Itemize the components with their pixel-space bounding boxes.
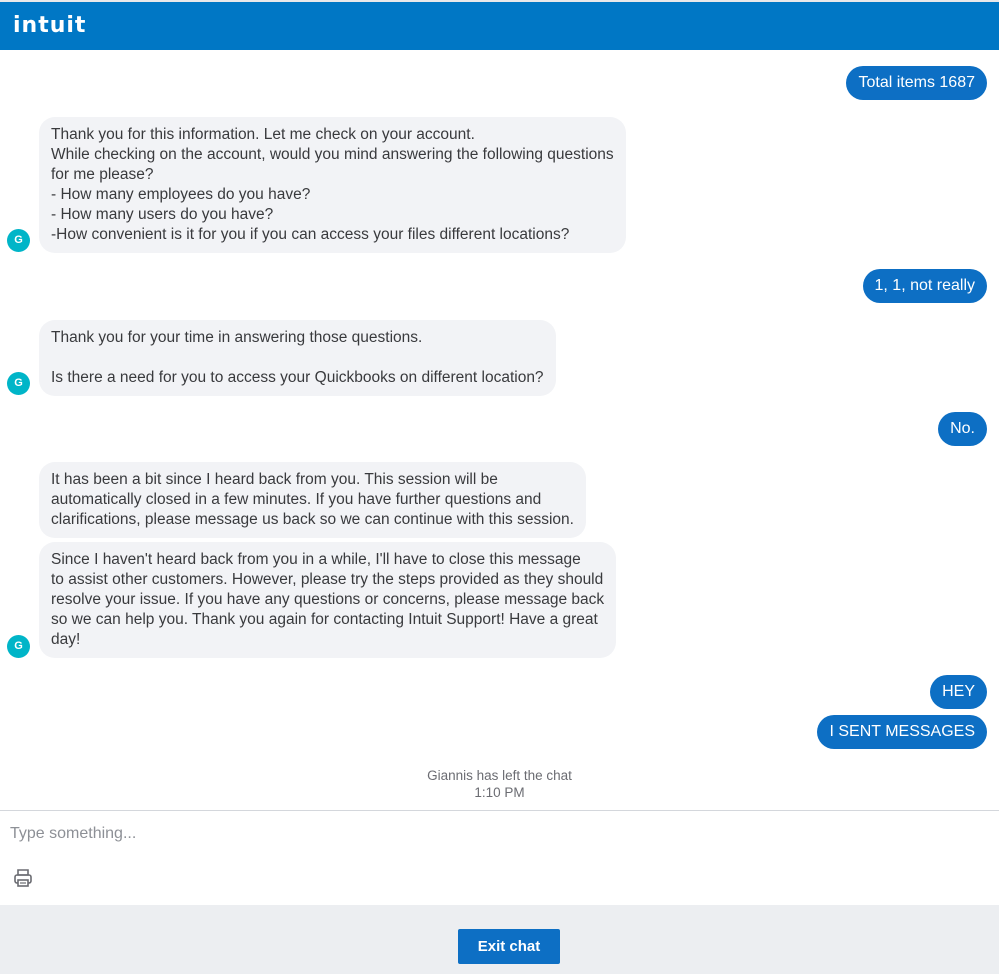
chat-transcript: Total items 1687 Thank you for this info… — [0, 52, 999, 810]
user-message: No. — [938, 412, 987, 446]
user-message: Total items 1687 — [846, 66, 987, 100]
agent-left-notice: Giannis has left the chat — [427, 768, 572, 783]
notice-timestamp: 1:10 PM — [474, 785, 525, 800]
chat-footer: Exit chat — [0, 905, 999, 974]
exit-chat-button[interactable]: Exit chat — [458, 929, 560, 964]
agent-message: It has been a bit since I heard back fro… — [39, 462, 586, 538]
agent-message: Since I haven't heard back from you in a… — [39, 542, 617, 658]
agent-avatar: G — [7, 372, 30, 395]
user-message: HEY — [930, 675, 987, 709]
message-input[interactable] — [10, 823, 970, 845]
printer-icon[interactable] — [12, 867, 34, 889]
user-message: I SENT MESSAGES — [817, 715, 987, 749]
agent-avatar: G — [7, 229, 30, 252]
agent-avatar: G — [7, 635, 30, 658]
intuit-logo: intuit — [13, 13, 87, 38]
agent-message: Thank you for your time in answering tho… — [39, 320, 556, 396]
app-header: intuit — [0, 0, 999, 50]
composer — [0, 810, 999, 905]
user-message: 1, 1, not really — [862, 269, 987, 303]
agent-message: Thank you for this information. Let me c… — [39, 117, 626, 253]
